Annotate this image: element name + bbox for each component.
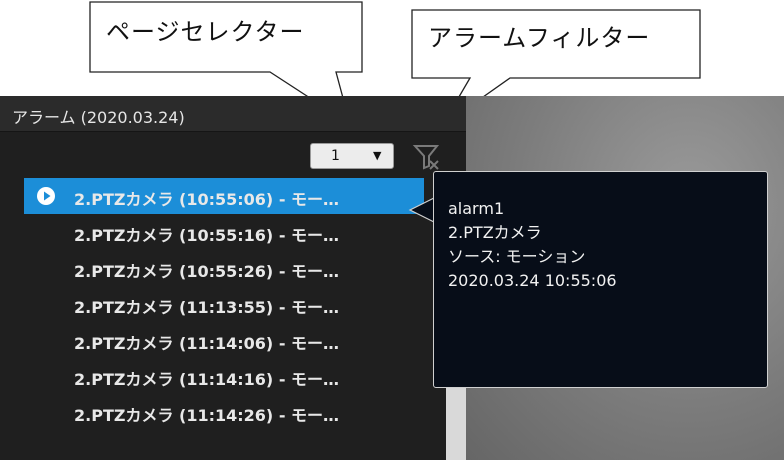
alarm-item-label: 2.PTZカメラ (11:14:06) - モー…	[74, 334, 340, 353]
alarm-list-item[interactable]: 2.PTZカメラ (10:55:16) - モー…	[0, 214, 432, 250]
callout-page-selector-label: ページセレクター	[106, 18, 305, 46]
chevron-down-icon: ▼	[373, 149, 382, 162]
alarm-item-label: 2.PTZカメラ (11:14:16) - モー…	[74, 370, 340, 389]
alarm-item-label: 2.PTZカメラ (11:14:26) - モー…	[74, 406, 340, 425]
panel-title: アラーム (2020.03.24)	[12, 108, 185, 127]
tooltip-camera: 2.PTZカメラ	[448, 223, 542, 242]
alarm-list-item[interactable]: 2.PTZカメラ (11:14:06) - モー…	[0, 322, 432, 358]
alarm-item-label: 2.PTZカメラ (10:55:26) - モー…	[74, 262, 340, 281]
alarm-panel: アラーム (2020.03.24) 1 ▼ 2.PTZカメラ (10:55:06…	[0, 96, 466, 460]
page-selector-value: 1	[331, 148, 340, 164]
alarm-list: 2.PTZカメラ (10:55:06) - モー… 2.PTZカメラ (10:5…	[0, 178, 450, 430]
alarm-toolbar: 1 ▼	[0, 132, 466, 178]
alarm-item-label: 2.PTZカメラ (11:13:55) - モー…	[74, 298, 340, 317]
alarm-list-item[interactable]: 2.PTZカメラ (10:55:26) - モー…	[0, 250, 432, 286]
alarm-tooltip: alarm1 2.PTZカメラ ソース: モーション 2020.03.24 10…	[433, 171, 768, 388]
tooltip-timestamp: 2020.03.24 10:55:06	[448, 271, 617, 290]
tooltip-pointer	[408, 196, 436, 224]
play-icon	[37, 187, 55, 205]
tooltip-source: ソース: モーション	[448, 247, 586, 266]
alarm-list-item[interactable]: 2.PTZカメラ (11:14:16) - モー…	[0, 358, 432, 394]
filter-icon[interactable]	[412, 142, 442, 172]
alarm-list-item[interactable]: 2.PTZカメラ (11:13:55) - モー…	[0, 286, 432, 322]
alarm-list-item[interactable]: 2.PTZカメラ (10:55:06) - モー…	[24, 178, 424, 214]
callout-alarm-filter-label: アラームフィルター	[428, 24, 651, 52]
alarm-list-item[interactable]: 2.PTZカメラ (11:14:26) - モー…	[0, 394, 432, 430]
alarm-item-label: 2.PTZカメラ (10:55:06) - モー…	[74, 190, 340, 209]
tooltip-alarm-name: alarm1	[448, 199, 505, 218]
page-selector[interactable]: 1 ▼	[310, 143, 394, 169]
alarm-item-label: 2.PTZカメラ (10:55:16) - モー…	[74, 226, 340, 245]
panel-header: アラーム (2020.03.24)	[0, 96, 466, 132]
